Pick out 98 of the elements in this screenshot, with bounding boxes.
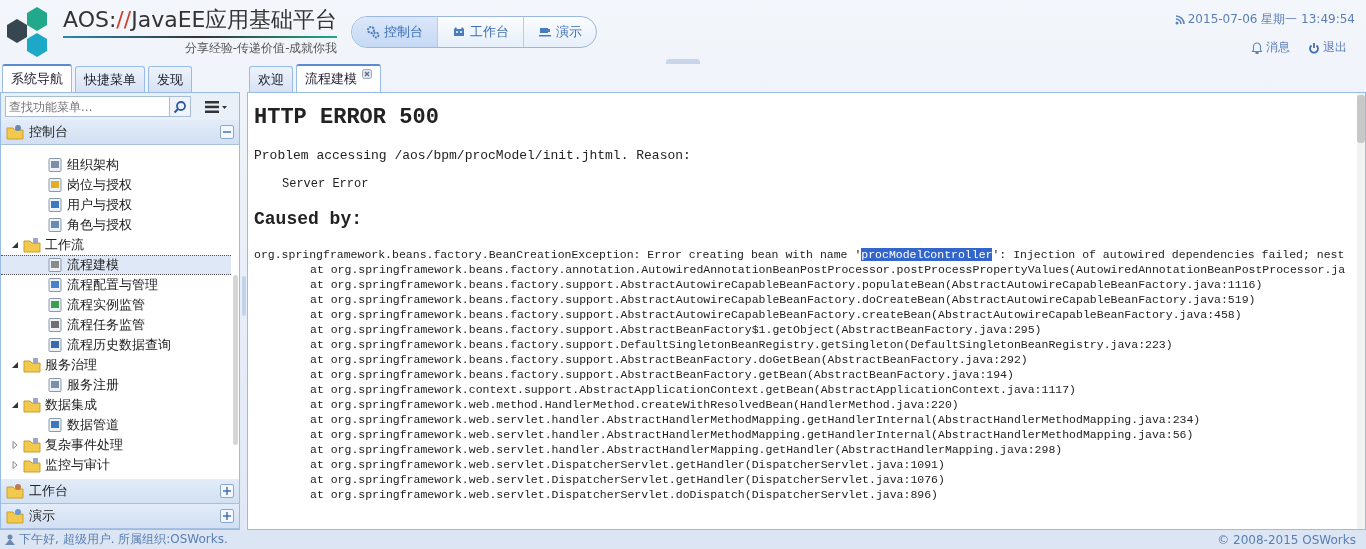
folder-icon xyxy=(23,457,41,473)
bell-icon xyxy=(1251,41,1263,54)
document-icon xyxy=(47,297,63,313)
tree-item[interactable]: 流程实例监管 xyxy=(1,295,239,315)
nav-tab[interactable]: 工作台 xyxy=(438,17,525,47)
cup-icon xyxy=(538,25,553,39)
document-icon xyxy=(47,337,63,353)
error-heading: HTTP ERROR 500 xyxy=(254,105,440,130)
search-icon xyxy=(173,99,187,114)
toggle-icon[interactable] xyxy=(220,484,234,498)
gear-icon xyxy=(366,25,381,39)
document-icon xyxy=(47,197,63,213)
scrollbar-thumb[interactable] xyxy=(1357,95,1365,143)
accordion-title: 控制台 xyxy=(29,123,69,141)
splitter-handle[interactable] xyxy=(242,276,246,316)
expander-icon[interactable] xyxy=(10,241,20,249)
sidebar-tab[interactable]: 发现 xyxy=(148,66,192,92)
page-tab[interactable]: 流程建模 xyxy=(296,64,381,92)
document-icon xyxy=(47,417,63,433)
stack-trace-line: at org.springframework.web.method.HandlerMethod.createWithResolvedBean(HandlerMethod.java:220) xyxy=(309,397,960,412)
greeting-text: 下午好, 超级用户. 所属组织:OSWorks. xyxy=(19,531,228,548)
page-tab[interactable]: 欢迎 xyxy=(249,66,293,92)
menu-icon[interactable] xyxy=(205,100,229,113)
document-icon xyxy=(47,157,63,173)
nav-tab[interactable]: 控制台 xyxy=(352,17,439,47)
document-icon xyxy=(47,377,63,393)
sidebar-tab[interactable]: 系统导航 xyxy=(2,64,72,92)
stack-trace-line: at org.springframework.web.servlet.DispatcherServlet.getHandler(DispatcherServlet.java:1076) xyxy=(309,472,946,487)
slogan: 分享经验-传递价值-成就你我 xyxy=(184,40,338,57)
sidebar-tab[interactable]: 快捷菜单 xyxy=(75,66,145,92)
tree-item[interactable]: 工作流 xyxy=(1,235,239,255)
messages-link[interactable]: 消息 xyxy=(1251,39,1290,56)
stack-trace-line: at org.springframework.beans.factory.support.DefaultSingletonBeanRegistry.getSingleton(DefaultSingletonBeanRegistry.java:223) xyxy=(309,337,1174,352)
stack-trace-line: at org.springframework.context.support.AbstractApplicationContext.getBean(AbstractApplicationContext.java:1117) xyxy=(309,382,1078,397)
folder-icon xyxy=(6,483,24,499)
accordion-title: 工作台 xyxy=(29,482,69,500)
stack-trace-line: at org.springframework.beans.factory.support.AbstractBeanFactory.doGetBean(AbstractBeanFactory.java:292) xyxy=(309,352,1029,367)
tree-item[interactable]: 服务治理 xyxy=(1,355,239,375)
folder-icon xyxy=(23,437,41,453)
stack-trace-line: at org.springframework.web.servlet.handler.AbstractHandlerMethodMapping.getHandlerInternal(AbstractHandlerMethodMapping.java:56) xyxy=(309,427,1195,442)
tree-item[interactable]: 数据集成 xyxy=(1,395,239,415)
stack-trace-line: at org.springframework.web.servlet.DispatcherServlet.getHandler(DispatcherServlet.java:1091) xyxy=(309,457,946,472)
rss-icon xyxy=(1174,14,1185,25)
folder-icon xyxy=(23,357,41,373)
tree-item[interactable]: 角色与授权 xyxy=(1,215,239,235)
tree-item[interactable]: 复杂事件处理 xyxy=(1,435,239,455)
folder-icon xyxy=(6,508,24,524)
folder-icon xyxy=(23,237,41,253)
toggle-icon[interactable] xyxy=(220,509,234,523)
power-icon xyxy=(1308,41,1320,54)
document-icon xyxy=(47,277,63,293)
tree-item[interactable]: 流程建模 xyxy=(1,255,231,275)
logout-link[interactable]: 退出 xyxy=(1308,39,1347,56)
tree-item[interactable]: 用户与授权 xyxy=(1,195,239,215)
close-icon[interactable] xyxy=(362,69,372,79)
date-time: 2015-07-06 星期一 13:49:54 xyxy=(1187,11,1355,28)
toggle-icon[interactable] xyxy=(220,125,234,139)
stack-trace-line: at org.springframework.web.servlet.DispatcherServlet.doDispatch(DispatcherServlet.java:896) xyxy=(309,487,939,502)
problem-text: Problem accessing /aos/bpm/procModel/init.jhtml. Reason: xyxy=(254,148,692,163)
accordion-header[interactable]: 工作台 xyxy=(1,479,239,504)
accordion-header[interactable]: 演示 xyxy=(1,504,239,529)
search-field[interactable]: 查找功能菜单... xyxy=(5,96,170,117)
stack-trace-line: at org.springframework.beans.factory.support.AbstractBeanFactory.getBean(AbstractBeanFactory.java:194) xyxy=(309,367,1015,382)
tree-item[interactable]: 服务注册 xyxy=(1,375,239,395)
document-icon xyxy=(47,257,63,273)
tree-item[interactable]: 流程配置与管理 xyxy=(1,275,239,295)
document-icon xyxy=(47,177,63,193)
stack-trace-line: at org.springframework.beans.factory.support.AbstractAutowireCapableBeanFactory.populateBean(AbstractAutowireCapableBeanFactory.java:1116) xyxy=(309,277,1264,292)
exception-line: org.springframework.beans.factory.BeanCreationException: Error creating bean with name 'procModelController': Injection of autowired dependencies failed; nest xyxy=(254,247,1346,262)
nav-tab[interactable]: 演示 xyxy=(524,17,597,47)
stack-trace-line: at org.springframework.beans.factory.annotation.AutowiredAnnotationBeanPostProcessor.postProcessPropertyValues(AutowiredAnnotationBeanPostProcessor.ja xyxy=(309,262,1347,277)
document-icon xyxy=(47,317,63,333)
tree-item[interactable]: 组织架构 xyxy=(1,155,239,175)
user-icon xyxy=(4,533,16,546)
stack-trace-line: at org.springframework.web.servlet.handler.AbstractHandlerMapping.getHandler(AbstractHandlerMapping.java:298) xyxy=(309,442,1064,457)
accordion-header[interactable]: 控制台 xyxy=(1,120,239,145)
stack-trace-line: at org.springframework.web.servlet.handler.AbstractHandlerMethodMapping.getHandlerInternal(AbstractHandlerMethodMapping.java:234) xyxy=(309,412,1202,427)
app-title: AOS://JavaEE应用基础平台 xyxy=(63,5,338,38)
copyright-text: © 2008-2015 OSWorks xyxy=(1217,532,1356,547)
stack-trace-line: at org.springframework.beans.factory.support.AbstractAutowireCapableBeanFactory.createBean(AbstractAutowireCapableBeanFactory.java:458) xyxy=(309,307,1243,322)
collapse-handle[interactable] xyxy=(666,59,700,64)
tree-item[interactable]: 监控与审计 xyxy=(1,455,239,475)
tree-item[interactable]: 流程任务监管 xyxy=(1,315,239,335)
document-icon xyxy=(47,217,63,233)
tree-item[interactable]: 岗位与授权 xyxy=(1,175,239,195)
expander-icon[interactable] xyxy=(10,361,20,369)
folder-icon xyxy=(6,124,24,140)
stack-trace-line: at org.springframework.beans.factory.support.AbstractBeanFactory$1.getObject(AbstractBeanFactory.java:295) xyxy=(309,322,1043,337)
tree-item[interactable]: 数据管道 xyxy=(1,415,239,435)
stack-trace-line: at org.springframework.beans.factory.support.AbstractAutowireCapableBeanFactory.doCreateBean(AbstractAutowireCapableBeanFactory.java:519) xyxy=(309,292,1257,307)
accordion-title: 演示 xyxy=(29,507,56,525)
folder-icon xyxy=(23,397,41,413)
expander-icon[interactable] xyxy=(10,401,20,409)
search-button[interactable] xyxy=(170,96,191,117)
caused-by-heading: Caused by: xyxy=(254,209,364,229)
robot-icon xyxy=(452,25,467,39)
reason-text: Server Error xyxy=(282,177,370,191)
tree-item[interactable]: 流程历史数据查询 xyxy=(1,335,239,355)
